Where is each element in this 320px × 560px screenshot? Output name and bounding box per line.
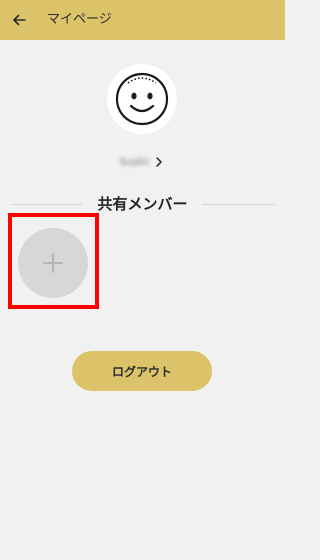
app-header: マイページ xyxy=(0,0,285,40)
user-name: Sushi xyxy=(119,156,150,168)
chevron-right-icon xyxy=(155,156,165,168)
page-title: マイページ xyxy=(47,12,112,27)
user-name-link[interactable]: Sushi xyxy=(0,152,285,172)
avatar xyxy=(107,64,177,134)
plus-icon xyxy=(43,253,63,273)
back-button[interactable] xyxy=(8,9,30,31)
divider xyxy=(202,204,275,205)
arrow-left-icon xyxy=(13,14,26,26)
smiley-face-icon xyxy=(115,72,169,126)
add-member-button[interactable] xyxy=(18,228,88,298)
logout-button[interactable]: ログアウト xyxy=(72,351,212,391)
